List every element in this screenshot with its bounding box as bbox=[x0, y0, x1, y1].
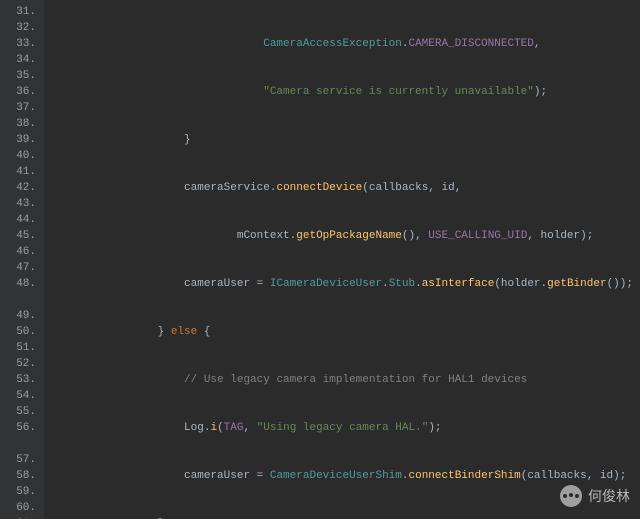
code-line: cameraUser = CameraDeviceUserShim.connec… bbox=[52, 468, 640, 484]
line-number: 53. bbox=[4, 372, 36, 388]
line-number: 37. bbox=[4, 100, 36, 116]
line-number: 60. bbox=[4, 500, 36, 516]
line-number: 59. bbox=[4, 484, 36, 500]
line-number: 51. bbox=[4, 340, 36, 356]
code-editor: 31.32.33.34.35.36.37.38.39.40.41.42.43.4… bbox=[0, 0, 640, 519]
line-number: 31. bbox=[4, 4, 36, 20]
watermark-text: 何俊林 bbox=[588, 486, 630, 506]
line-number: 36. bbox=[4, 84, 36, 100]
line-number: 35. bbox=[4, 68, 36, 84]
line-number: 50. bbox=[4, 324, 36, 340]
line-number: 52. bbox=[4, 356, 36, 372]
line-number: 54. bbox=[4, 388, 36, 404]
line-number: 58. bbox=[4, 468, 36, 484]
line-number: 40. bbox=[4, 148, 36, 164]
line-number: 32. bbox=[4, 20, 36, 36]
line-number: 42. bbox=[4, 180, 36, 196]
code-line: CameraAccessException.CAMERA_DISCONNECTE… bbox=[52, 36, 640, 52]
line-number: 39. bbox=[4, 132, 36, 148]
line-number: 44. bbox=[4, 212, 36, 228]
line-number-gutter: 31.32.33.34.35.36.37.38.39.40.41.42.43.4… bbox=[0, 0, 44, 519]
line-number: 43. bbox=[4, 196, 36, 212]
code-area[interactable]: CameraAccessException.CAMERA_DISCONNECTE… bbox=[44, 0, 640, 519]
line-number: 34. bbox=[4, 52, 36, 68]
code-line: "Camera service is currently unavailable… bbox=[52, 84, 640, 100]
line-number: 33. bbox=[4, 36, 36, 52]
code-line: // Use legacy camera implementation for … bbox=[52, 372, 640, 388]
watermark: 何俊林 bbox=[560, 485, 630, 507]
code-line: } else { bbox=[52, 324, 640, 340]
line-number: 47. bbox=[4, 260, 36, 276]
code-line: cameraService.connectDevice(callbacks, i… bbox=[52, 180, 640, 196]
line-number: 45. bbox=[4, 228, 36, 244]
line-number: 55. bbox=[4, 404, 36, 420]
line-number bbox=[4, 292, 36, 308]
code-line: } bbox=[52, 132, 640, 148]
wechat-icon bbox=[560, 485, 582, 507]
line-number: 57. bbox=[4, 452, 36, 468]
line-number: 46. bbox=[4, 244, 36, 260]
code-line: Log.i(TAG, "Using legacy camera HAL."); bbox=[52, 420, 640, 436]
line-number: 41. bbox=[4, 164, 36, 180]
line-number bbox=[4, 436, 36, 452]
line-number: 56. bbox=[4, 420, 36, 436]
code-line: cameraUser = ICameraDeviceUser.Stub.asIn… bbox=[52, 276, 640, 292]
line-number: 48. bbox=[4, 276, 36, 292]
code-line: mContext.getOpPackageName(), USE_CALLING… bbox=[52, 228, 640, 244]
line-number: 38. bbox=[4, 116, 36, 132]
line-number: 49. bbox=[4, 308, 36, 324]
